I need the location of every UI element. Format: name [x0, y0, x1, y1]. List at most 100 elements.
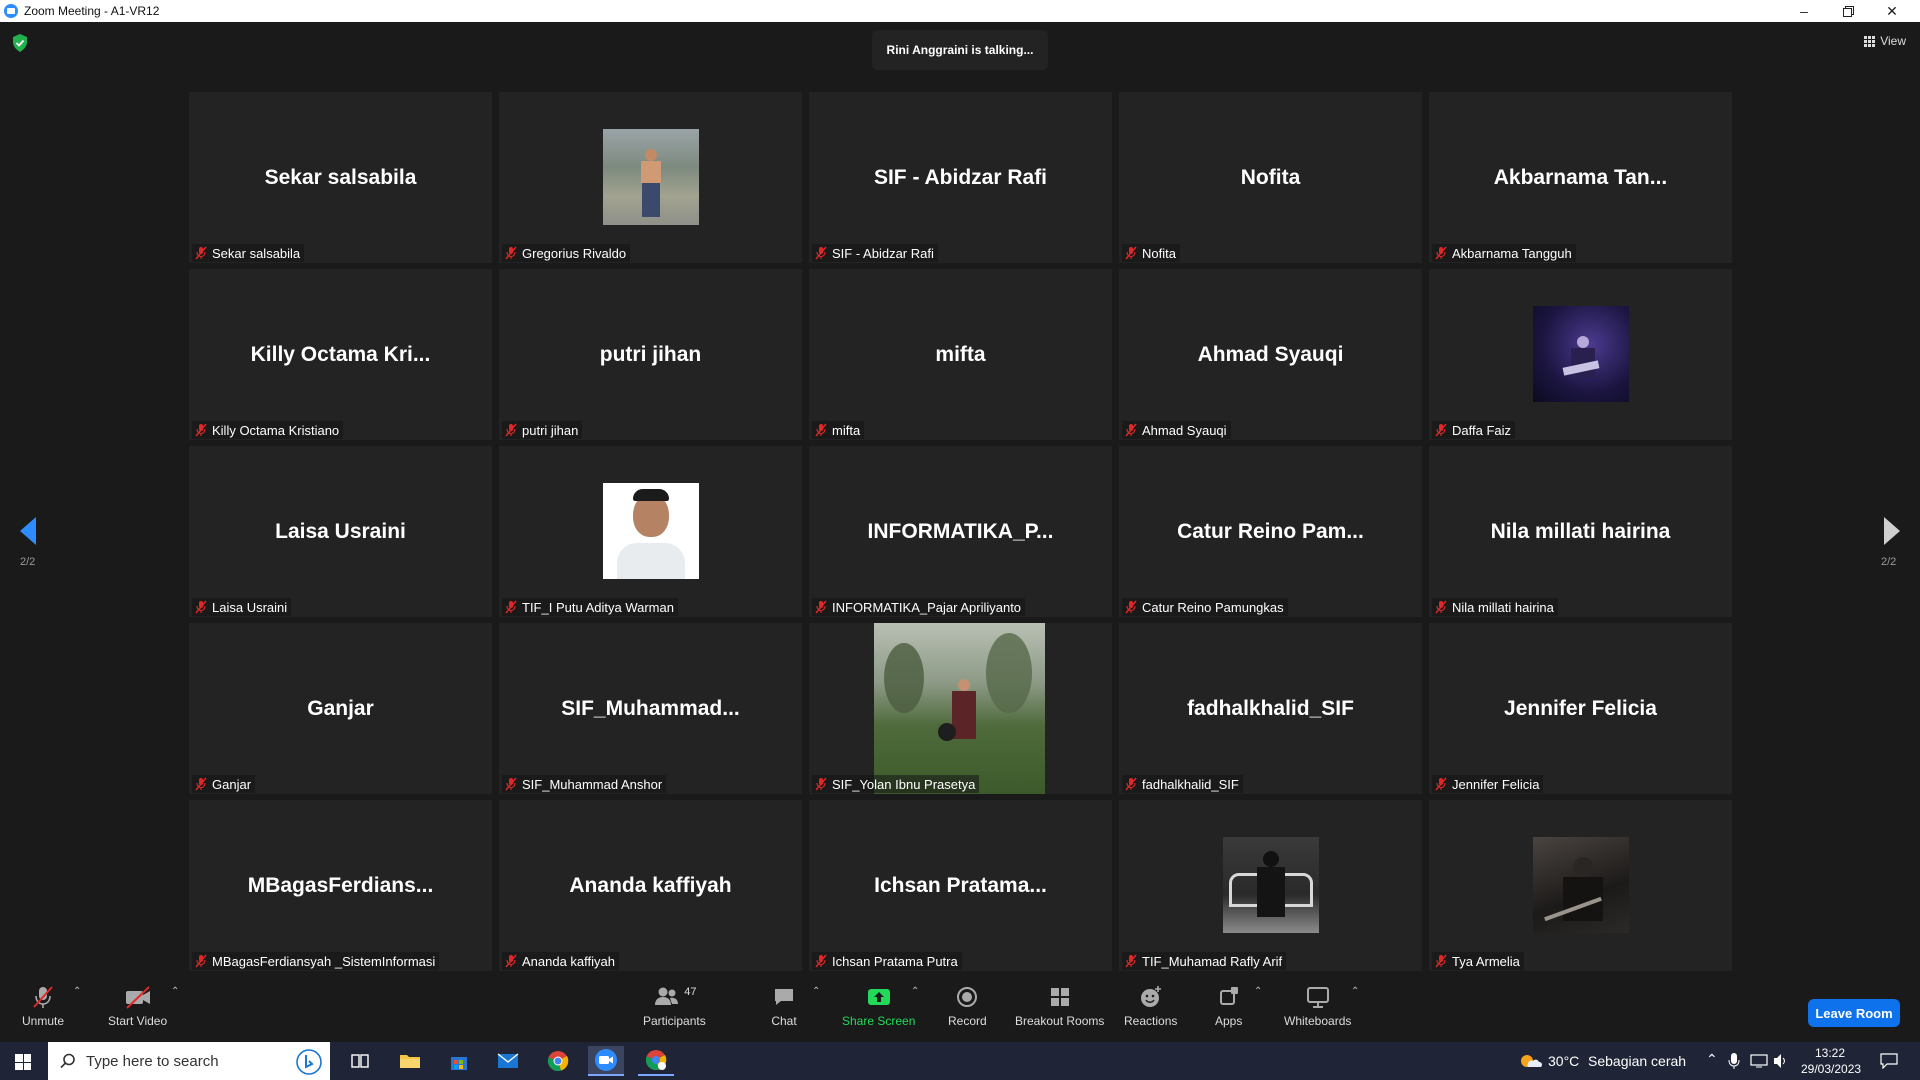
participant-tile[interactable]: Jennifer Felicia Jennifer Felicia [1429, 623, 1732, 794]
muted-mic-icon [505, 600, 517, 614]
participant-display-name: SIF_Muhammad... [561, 697, 740, 720]
breakout-rooms-button[interactable]: Breakout Rooms [1015, 982, 1104, 1028]
grid-view-icon [1864, 35, 1876, 47]
active-speaker-banner: Rini Anggraini is talking... [872, 30, 1048, 70]
windows-start-icon[interactable] [15, 1054, 31, 1070]
participant-display-name: Ahmad Syauqi [1197, 343, 1344, 366]
muted-mic-icon [815, 954, 827, 968]
next-page-arrow-icon[interactable] [1884, 517, 1900, 545]
participant-name: Daffa Faiz [1452, 422, 1512, 438]
muted-mic-icon [815, 423, 827, 437]
view-button[interactable]: View [1864, 34, 1906, 48]
muted-mic-icon [195, 423, 207, 437]
participant-name: Killy Octama Kristiano [212, 422, 340, 438]
share-screen-icon [866, 982, 892, 1012]
participant-name-label: Killy Octama Kristiano [192, 421, 344, 439]
participant-tile[interactable]: Nofita Nofita [1119, 92, 1422, 263]
page-indicator-right: 2/2 [1881, 556, 1897, 568]
show-hidden-icons-chevron-icon[interactable]: ⌃ [1706, 1051, 1718, 1068]
participant-tile[interactable]: TIF_Muhamad Rafly Arif [1119, 800, 1422, 971]
video-options-caret-icon[interactable]: ⌃ [171, 986, 179, 997]
participant-tile[interactable]: Ahmad Syauqi Ahmad Syauqi [1119, 269, 1422, 440]
participant-name-label: TIF_I Putu Aditya Warman [502, 598, 678, 616]
leave-room-button[interactable]: Leave Room [1808, 999, 1900, 1027]
file-explorer-icon[interactable] [392, 1046, 428, 1076]
weather-sun-cloud-icon[interactable] [1518, 1052, 1544, 1075]
previous-page-arrow-icon[interactable] [20, 517, 36, 545]
participant-display-name: INFORMATIKA_P... [867, 520, 1054, 543]
taskbar-search-box[interactable]: Type here to search [48, 1042, 330, 1080]
participant-display-name: fadhalkhalid_SIF [1187, 697, 1354, 720]
record-button[interactable]: Record [948, 982, 987, 1028]
participant-tile[interactable]: Catur Reino Pam... Catur Reino Pamungkas [1119, 446, 1422, 617]
whiteboards-options-caret-icon[interactable]: ⌃ [1351, 986, 1359, 997]
participant-display-name: Ichsan Pratama... [874, 874, 1047, 897]
restore-button[interactable] [1826, 0, 1870, 22]
participant-tile[interactable]: Laisa Usraini Laisa Usraini [189, 446, 492, 617]
zoom-app-icon [4, 4, 18, 18]
whiteboards-button[interactable]: Whiteboards [1284, 982, 1351, 1028]
muted-mic-icon [1435, 777, 1447, 791]
weather-temperature: 30°C [1548, 1053, 1580, 1069]
bing-icon[interactable] [296, 1049, 322, 1075]
participant-tile[interactable]: SIF_Muhammad... SIF_Muhammad Anshor [499, 623, 802, 794]
muted-mic-icon [195, 777, 207, 791]
muted-mic-icon [195, 246, 207, 260]
participant-name-label: putri jihan [502, 421, 583, 439]
participant-tile[interactable]: Sekar salsabila Sekar salsabila [189, 92, 492, 263]
participant-name: SIF_Muhammad Anshor [522, 776, 663, 792]
participant-tile[interactable]: MBagasFerdians... MBagasFerdiansyah _Sist… [189, 800, 492, 971]
participant-tile[interactable]: mifta mifta [809, 269, 1112, 440]
share-screen-button[interactable]: Share Screen [842, 982, 915, 1028]
minimize-button[interactable]: – [1782, 0, 1826, 22]
participant-name-label: Jennifer Felicia [1432, 775, 1544, 793]
mail-icon[interactable] [490, 1046, 526, 1076]
participant-tile[interactable]: TIF_I Putu Aditya Warman [499, 446, 802, 617]
participant-tile[interactable]: Nila millati hairina Nila millati hairina [1429, 446, 1732, 617]
microphone-tray-icon[interactable] [1728, 1052, 1740, 1073]
participant-tile[interactable]: Akbarnama Tan... Akbarnama Tangguh [1429, 92, 1732, 263]
close-window-button[interactable]: ✕ [1870, 0, 1914, 22]
muted-mic-icon [1435, 246, 1447, 260]
participant-display-name: Nofita [1240, 166, 1301, 189]
video-off-icon [123, 982, 153, 1012]
participant-tile[interactable]: Tya Armelia [1429, 800, 1732, 971]
clock[interactable]: 13:22 29/03/2023 [1801, 1045, 1861, 1077]
participant-tile[interactable]: SIF - Abidzar Rafi SIF - Abidzar Rafi [809, 92, 1112, 263]
participant-tile[interactable]: Ganjar Ganjar [189, 623, 492, 794]
muted-mic-icon [1435, 600, 1447, 614]
chat-options-caret-icon[interactable]: ⌃ [812, 986, 820, 997]
zoom-taskbar-icon[interactable] [588, 1046, 624, 1076]
participants-button[interactable]: 47 Participants [643, 982, 706, 1028]
chrome-icon[interactable] [540, 1046, 576, 1076]
participant-tile[interactable]: INFORMATIKA_P... INFORMATIKA_Pajar Aprili… [809, 446, 1112, 617]
chrome-profile-icon[interactable] [638, 1046, 674, 1076]
participant-tile[interactable]: SIF_Yolan Ibnu Prasetya [809, 623, 1112, 794]
network-icon[interactable] [1750, 1054, 1768, 1071]
window-titlebar: Zoom Meeting - A1-VR12 – ✕ [0, 0, 1920, 22]
encryption-shield-icon[interactable] [12, 34, 28, 52]
participant-tile[interactable]: Gregorius Rivaldo [499, 92, 802, 263]
reactions-button[interactable]: Reactions [1124, 982, 1177, 1028]
participant-tile[interactable]: putri jihan putri jihan [499, 269, 802, 440]
muted-mic-icon [1125, 246, 1137, 260]
microsoft-store-icon[interactable] [441, 1046, 477, 1076]
muted-mic-icon [1125, 600, 1137, 614]
apps-button[interactable]: Apps [1215, 982, 1242, 1028]
participant-display-name: Laisa Usraini [275, 520, 406, 543]
participant-tile[interactable]: Killy Octama Kri... Killy Octama Kristian… [189, 269, 492, 440]
share-options-caret-icon[interactable]: ⌃ [911, 986, 919, 997]
participant-name: mifta [832, 422, 861, 438]
participant-tile[interactable]: Ichsan Pratama... Ichsan Pratama Putra [809, 800, 1112, 971]
audio-options-caret-icon[interactable]: ⌃ [73, 986, 81, 997]
chat-button[interactable]: Chat [771, 982, 797, 1028]
participant-tile[interactable]: Daffa Faiz [1429, 269, 1732, 440]
notifications-icon[interactable] [1880, 1053, 1898, 1072]
participant-tile[interactable]: fadhalkhalid_SIF fadhalkhalid_SIF [1119, 623, 1422, 794]
start-video-button[interactable]: Start Video [108, 982, 167, 1028]
participant-tile[interactable]: Ananda kaffiyah Ananda kaffiyah [499, 800, 802, 971]
unmute-button[interactable]: Unmute [22, 982, 64, 1028]
volume-icon[interactable] [1773, 1053, 1789, 1072]
task-view-icon[interactable] [342, 1046, 378, 1076]
apps-options-caret-icon[interactable]: ⌃ [1254, 986, 1262, 997]
